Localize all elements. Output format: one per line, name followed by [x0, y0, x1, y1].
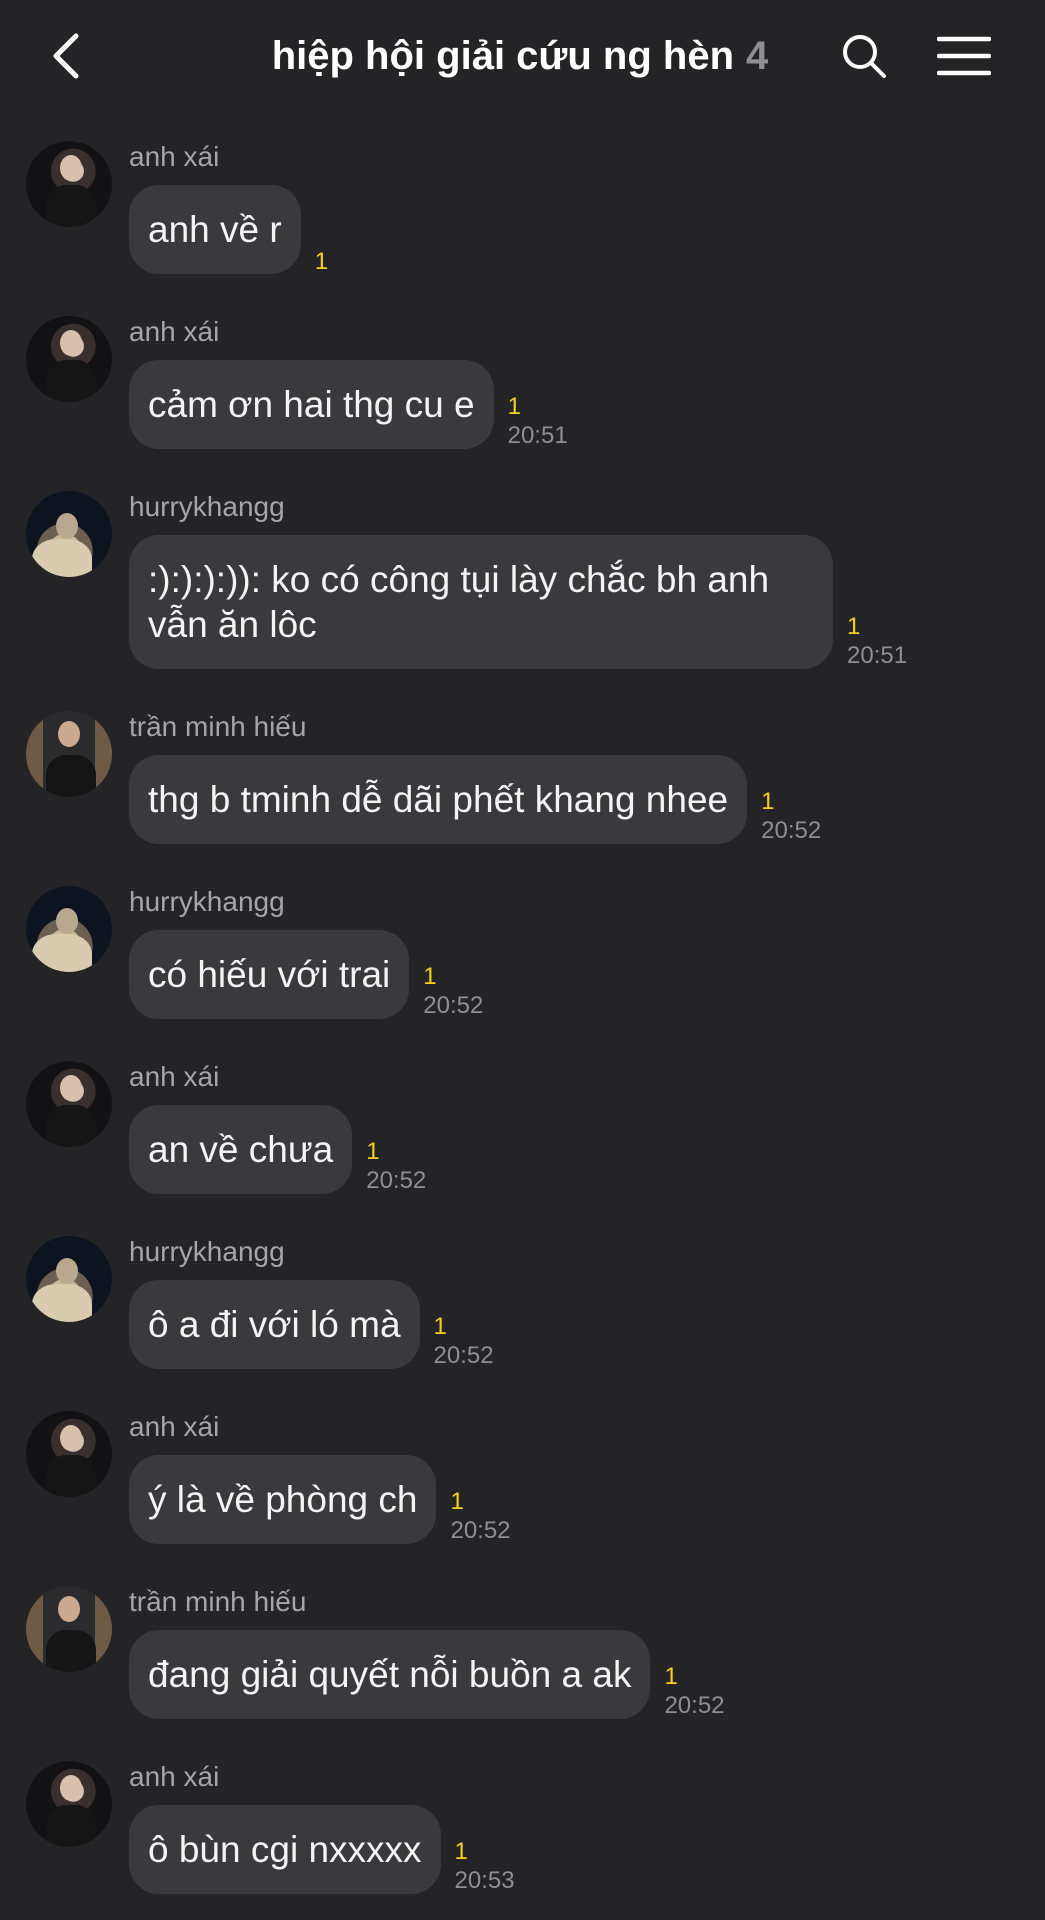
message-time: 20:51: [507, 422, 568, 449]
message-time: 20:52: [450, 1517, 511, 1544]
message-bubble[interactable]: ô a đi với ló mà: [129, 1280, 420, 1369]
message-bubble[interactable]: đang giải quyết nỗi buồn a ak: [129, 1630, 651, 1719]
avatar-hurrykhangg[interactable]: [26, 886, 112, 972]
message-time: 20:53: [454, 1867, 515, 1894]
unread-count: 1: [366, 1138, 380, 1165]
sender-name: trần minh hiếu: [129, 711, 307, 742]
message-bubble[interactable]: ô bùn cgi nxxxxx: [129, 1805, 441, 1894]
unread-count: 1: [507, 393, 521, 420]
message-time: 20:52: [433, 1342, 494, 1369]
unread-count: 1: [761, 788, 775, 815]
avatar-tran-minh-hieu[interactable]: [26, 1586, 112, 1672]
unread-count: 1: [454, 1838, 468, 1865]
unread-count: 1: [433, 1313, 447, 1340]
hamburger-menu-icon: [937, 36, 991, 76]
message-bubble[interactable]: ý là về phòng ch: [129, 1455, 437, 1544]
sender-name: anh xái: [129, 316, 220, 347]
avatar-tran-minh-hieu[interactable]: [26, 711, 112, 797]
sender-name: hurrykhangg: [129, 491, 285, 522]
avatar-hurrykhangg[interactable]: [26, 491, 112, 577]
message-bubble[interactable]: anh về r: [129, 185, 301, 274]
message-time: 20:52: [423, 992, 484, 1019]
message-time: 20:52: [664, 1692, 725, 1719]
chevron-left-icon: [53, 33, 79, 79]
unread-count: 1: [423, 963, 437, 990]
avatar-anh-xai[interactable]: [26, 316, 112, 402]
search-icon: [843, 35, 886, 78]
group-name: hiệp hội giải cứu ng hèn: [271, 33, 735, 78]
sender-name: hurrykhangg: [129, 886, 285, 917]
unread-count: 1: [664, 1663, 678, 1690]
message-time: 20:51: [847, 642, 908, 669]
message-bubble[interactable]: thg b tminh dễ dãi phết khang nhee: [129, 755, 748, 844]
sender-name: anh xái: [129, 1411, 220, 1442]
avatar-anh-xai[interactable]: [26, 1761, 112, 1847]
avatar-anh-xai[interactable]: [26, 1061, 112, 1147]
back-button[interactable]: [38, 24, 94, 88]
unread-count: 1: [847, 613, 861, 640]
unread-count: 1: [450, 1488, 464, 1515]
unread-count: 1: [314, 248, 329, 275]
chat-screen: hiệp hội giải cứu ng hèn 4 anh xái anh v…: [0, 0, 1045, 1920]
avatar-anh-xai[interactable]: [26, 1411, 112, 1497]
message-time: 20:52: [366, 1167, 427, 1194]
avatar-anh-xai[interactable]: [26, 141, 112, 227]
message-bubble[interactable]: :):):):)): ko có công tụi lày chắc bh an…: [129, 535, 833, 669]
menu-button[interactable]: [932, 24, 996, 88]
chat-header: hiệp hội giải cứu ng hèn 4: [0, 0, 1045, 112]
search-button[interactable]: [832, 24, 896, 88]
message-bubble[interactable]: có hiếu với trai: [129, 930, 410, 1019]
sender-name: trần minh hiếu: [129, 1586, 307, 1617]
chat-title: hiệp hội giải cứu ng hèn 4: [200, 28, 840, 84]
sender-name: hurrykhangg: [129, 1236, 285, 1267]
message-bubble[interactable]: an về chưa: [129, 1105, 353, 1194]
sender-name: anh xái: [129, 1761, 220, 1792]
message-list[interactable]: anh xái anh về r 1 anh xái cảm ơn hai th…: [0, 112, 1045, 1920]
avatar-hurrykhangg[interactable]: [26, 1236, 112, 1322]
message-time: 20:52: [761, 817, 822, 844]
sender-name: anh xái: [129, 1061, 220, 1092]
message-bubble[interactable]: cảm ơn hai thg cu e: [129, 360, 494, 449]
member-count: 4: [746, 33, 769, 78]
sender-name: anh xái: [129, 141, 220, 172]
